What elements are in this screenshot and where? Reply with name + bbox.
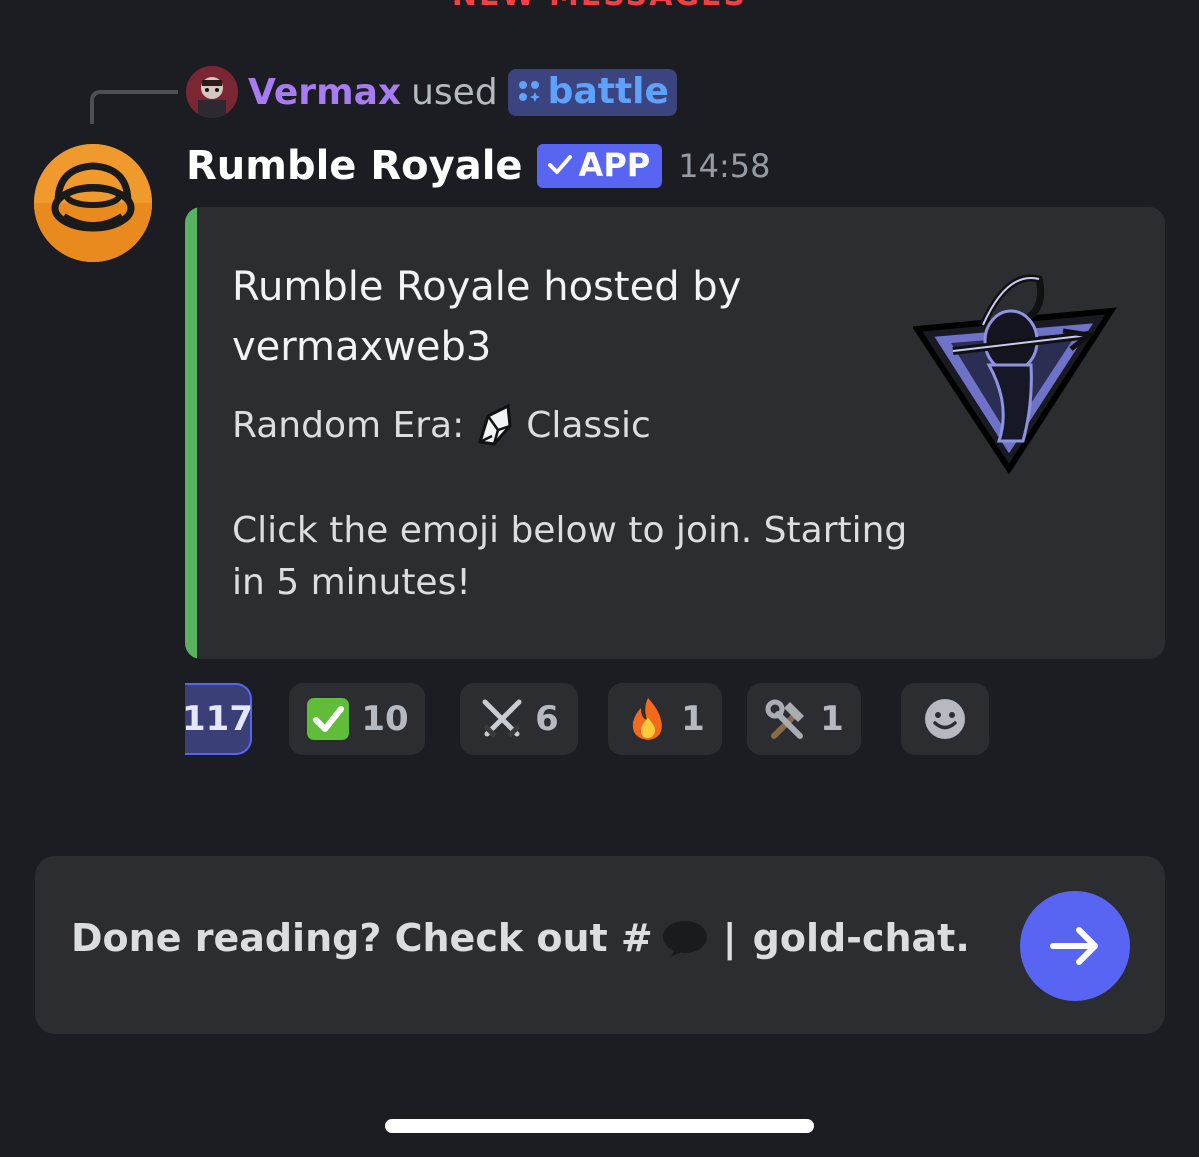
crystal-icon bbox=[478, 403, 512, 446]
command-name: battle bbox=[547, 70, 669, 112]
interaction-username[interactable]: Vermax bbox=[248, 72, 401, 113]
embed-thumbnail-warrior-logo[interactable] bbox=[913, 265, 1119, 475]
interaction-header: Vermax used battle bbox=[186, 64, 677, 120]
reaction-check[interactable]: 10 bbox=[289, 683, 425, 755]
era-value: Classic bbox=[526, 404, 651, 446]
embed-accent-bar bbox=[185, 207, 197, 659]
app-command-icon bbox=[518, 81, 540, 102]
new-messages-divider: NEW MESSAGES bbox=[0, 0, 1199, 13]
slash-command-pill[interactable]: battle bbox=[507, 68, 677, 116]
chat-view: NEW MESSAGES Vermax used battle bbox=[0, 0, 1199, 1157]
channel-name[interactable]: gold-chat. bbox=[753, 916, 970, 960]
prompt-lead: Done reading? Check out # bbox=[71, 916, 653, 960]
reaction-tools[interactable]: 1 bbox=[747, 683, 861, 755]
hammer-and-wrench-icon bbox=[765, 699, 805, 739]
go-to-channel-button[interactable] bbox=[1020, 891, 1130, 1001]
embed-card: Rumble Royale hosted by vermaxweb3 Rando… bbox=[185, 207, 1165, 659]
reaction-count: 1 bbox=[820, 699, 844, 739]
speech-bubble-icon bbox=[662, 921, 707, 957]
reaction-count: 1 bbox=[681, 699, 705, 739]
embed-description: Click the emoji below to join. Starting … bbox=[232, 510, 908, 603]
add-reaction-button[interactable] bbox=[901, 683, 989, 755]
verified-check-icon bbox=[547, 155, 572, 174]
app-tag-label: APP bbox=[578, 146, 651, 184]
crossed-swords-icon bbox=[482, 699, 522, 738]
user-avatar[interactable] bbox=[186, 66, 238, 118]
home-indicator[interactable] bbox=[385, 1119, 814, 1133]
reaction-count: 6 bbox=[535, 699, 559, 739]
prompt-text: Done reading? Check out # | gold-chat. bbox=[71, 916, 970, 960]
era-label: Random Era: bbox=[232, 404, 465, 446]
channel-separator: | bbox=[722, 916, 737, 960]
message-header: Rumble Royale APP 14:58 bbox=[186, 136, 770, 196]
arrow-right-icon bbox=[1050, 927, 1098, 965]
reaction-count: 117 bbox=[182, 699, 253, 739]
interaction-verb: used bbox=[411, 71, 498, 113]
add-reaction-icon bbox=[925, 699, 965, 739]
fire-icon bbox=[632, 698, 662, 740]
check-mark-button-icon bbox=[307, 698, 350, 740]
embed-title: Rumble Royale hosted by vermaxweb3 bbox=[232, 264, 742, 370]
bot-avatar[interactable] bbox=[34, 144, 152, 262]
reaction-count: 10 bbox=[361, 699, 409, 739]
reply-spine bbox=[90, 90, 178, 124]
author-name[interactable]: Rumble Royale bbox=[186, 143, 523, 189]
app-tag: APP bbox=[536, 144, 663, 188]
reaction-bar: 117 10 6 1 1 bbox=[182, 683, 1085, 757]
done-reading-prompt[interactable]: Done reading? Check out # | gold-chat. bbox=[35, 856, 1165, 1034]
reaction-fire[interactable]: 1 bbox=[608, 683, 722, 755]
reaction-swords[interactable]: 6 bbox=[460, 683, 578, 755]
reaction-joined[interactable]: 117 bbox=[182, 683, 253, 755]
message-timestamp: 14:58 bbox=[678, 147, 771, 185]
embed-era-line: Random Era: Classic bbox=[232, 402, 651, 448]
